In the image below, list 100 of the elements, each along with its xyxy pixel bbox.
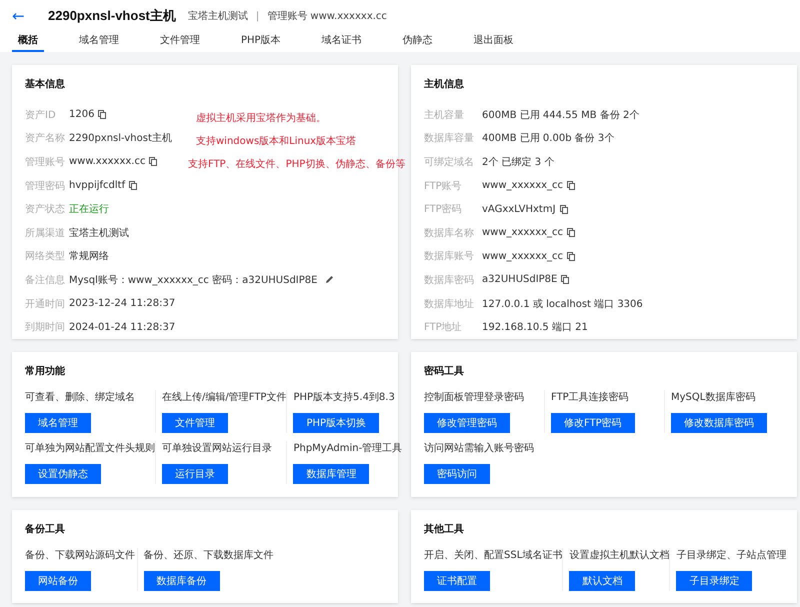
field-label: 数据库账号: [424, 250, 475, 264]
field-value: Mysql账号：www_xxxxxx_cc 密码：a32UHUSdIP8E: [69, 274, 318, 287]
card-title: 主机信息: [424, 77, 465, 91]
field-label: 资产状态: [25, 202, 66, 216]
pencil-icon[interactable]: [325, 275, 334, 284]
tab[interactable]: 域名证书: [316, 32, 368, 52]
field-value: www.xxxxxx.cc: [69, 156, 146, 168]
field-label: 所属渠道: [25, 226, 66, 240]
field-value: www_xxxxxx_cc: [482, 180, 564, 192]
tab[interactable]: 伪静态: [396, 32, 439, 52]
tool-button[interactable]: 文件管理: [162, 413, 228, 433]
field-value: 2290pxnsl-vhost主机: [69, 132, 172, 146]
account-text: 管理账号 www.xxxxxx.cc: [267, 10, 387, 23]
field-value: 2023-12-24 11:28:37: [69, 298, 176, 310]
field-label: FTP账号: [424, 180, 463, 193]
field-value: hvppijfcdltf: [69, 180, 126, 192]
field-label: 资产名称: [25, 132, 66, 146]
field-value: 常规网络: [69, 250, 109, 264]
card-title: 密码工具: [424, 364, 465, 378]
copy-icon[interactable]: [98, 110, 106, 120]
field-value: 2个 已绑定 3 个: [482, 156, 554, 169]
annotation-text: 支持windows版本和Linux版本宝塔: [196, 134, 358, 148]
field-label: 数据库密码: [424, 274, 475, 287]
field-label: 数据库名称: [424, 226, 475, 240]
field-value: 600MB 已用 444.55 MB 备份 2个: [482, 108, 640, 122]
tool-description: 可单独设置网站运行目录: [162, 442, 272, 455]
copy-icon[interactable]: [129, 181, 138, 190]
tool-description: 可单独为网站配置文件头规则: [25, 442, 155, 455]
tool-button[interactable]: 网站备份: [25, 571, 91, 591]
tool-button[interactable]: 设置伪静态: [25, 464, 101, 484]
tool-button[interactable]: 域名管理: [25, 413, 91, 433]
tool-description: PhpMyAdmin-管理工具: [293, 442, 402, 455]
field-value: 1206: [69, 109, 94, 120]
field-value: www_xxxxxx_cc: [482, 250, 564, 262]
tool-button[interactable]: PHP版本切换: [293, 413, 380, 433]
field-label: 管理密码: [25, 180, 66, 193]
tool-button[interactable]: 修改管理密码: [424, 413, 510, 433]
field-value: 400MB 已用 0.00b 备份 3个: [482, 132, 614, 146]
tool-description: 在线上传/编辑/管理FTP文件: [162, 390, 286, 404]
tool-button[interactable]: 修改FTP密码: [551, 413, 635, 433]
field-value: 2024-01-24 11:28:37: [69, 322, 176, 333]
tool-description: MySQL数据库密码: [671, 390, 756, 404]
field-label: 网络类型: [25, 250, 66, 264]
tool-description: PHP版本支持5.4到8.3: [293, 390, 395, 404]
tool-description: 子目录绑定、子站点管理: [676, 548, 786, 562]
tool-button[interactable]: 数据库管理: [293, 464, 370, 484]
field-label: FTP密码: [424, 202, 463, 216]
tab[interactable]: 文件管理: [154, 32, 206, 52]
copy-icon[interactable]: [561, 275, 570, 284]
card-title: 基本信息: [25, 78, 66, 91]
field-label: 管理账号: [25, 156, 66, 169]
card-title: 常用功能: [25, 364, 66, 378]
tool-button[interactable]: 密码访问: [424, 464, 490, 484]
tool-description: 备份、还原、下载数据库文件: [144, 548, 274, 562]
tab[interactable]: PHP版本: [235, 32, 287, 52]
tool-button[interactable]: 证书配置: [424, 571, 490, 591]
tool-button[interactable]: 运行目录: [162, 464, 228, 484]
back-button[interactable]: ←: [12, 7, 40, 25]
tab[interactable]: 域名管理: [73, 32, 125, 52]
card-title: 备份工具: [25, 522, 66, 536]
field-label: 数据库容量: [424, 132, 475, 146]
copy-icon[interactable]: [567, 181, 576, 190]
channel-text: 宝塔主机测试: [188, 10, 248, 23]
tool-button[interactable]: 子目录绑定: [676, 571, 752, 591]
field-value: 192.168.10.5 端口 21: [482, 320, 588, 334]
tool-button[interactable]: 数据库备份: [144, 571, 220, 591]
field-label: 到期时间: [25, 320, 66, 334]
field-label: FTP地址: [424, 320, 463, 334]
tab[interactable]: 概括: [12, 32, 44, 52]
field-label: 开通时间: [25, 298, 66, 311]
page-title: 2290pxnsl-vhost主机: [48, 7, 176, 25]
tool-description: FTP工具连接密码: [551, 390, 629, 404]
tool-description: 设置虚拟主机默认文档: [569, 548, 670, 562]
tool-description: 可查看、删除、绑定域名: [25, 390, 135, 404]
copy-icon[interactable]: [560, 204, 568, 214]
field-label: 可绑定域名: [424, 156, 475, 169]
field-label: 数据库地址: [424, 298, 475, 311]
tool-description: 开启、关闭、配置SSL域名证书: [424, 548, 562, 562]
tool-button[interactable]: 默认文档: [569, 571, 636, 591]
tool-description: 备份、下载网站源码文件: [25, 548, 135, 562]
tool-description: 访问网站需输入账号密码: [424, 442, 534, 455]
field-value: www_xxxxxx_cc: [482, 227, 564, 238]
tab[interactable]: 退出面板: [468, 32, 520, 52]
copy-icon[interactable]: [149, 157, 158, 166]
field-label: 资产ID: [25, 108, 57, 122]
field-value: 宝塔主机测试: [69, 226, 129, 240]
card-title: 其他工具: [424, 522, 465, 536]
status-text: 正在运行: [69, 202, 109, 216]
field-value: a32UHUSdIP8E: [482, 274, 558, 286]
annotation-text: 支持FTP、在线文件、PHP切换、伪静态、备份等: [188, 158, 406, 171]
annotation-text: 虚拟主机采用宝塔作为基础。: [196, 112, 327, 125]
field-value: vAGxxLVHxtmJ: [482, 204, 556, 215]
field-label: 备注信息: [25, 274, 66, 287]
field-label: 主机容量: [424, 108, 465, 122]
copy-icon[interactable]: [567, 228, 576, 238]
separator-text: |: [256, 10, 260, 22]
tool-description: 控制面板管理登录密码: [424, 390, 524, 404]
tool-button[interactable]: 修改数据库密码: [671, 413, 767, 433]
copy-icon[interactable]: [567, 252, 576, 261]
field-value: 127.0.0.1 或 localhost 端口 3306: [482, 298, 643, 311]
